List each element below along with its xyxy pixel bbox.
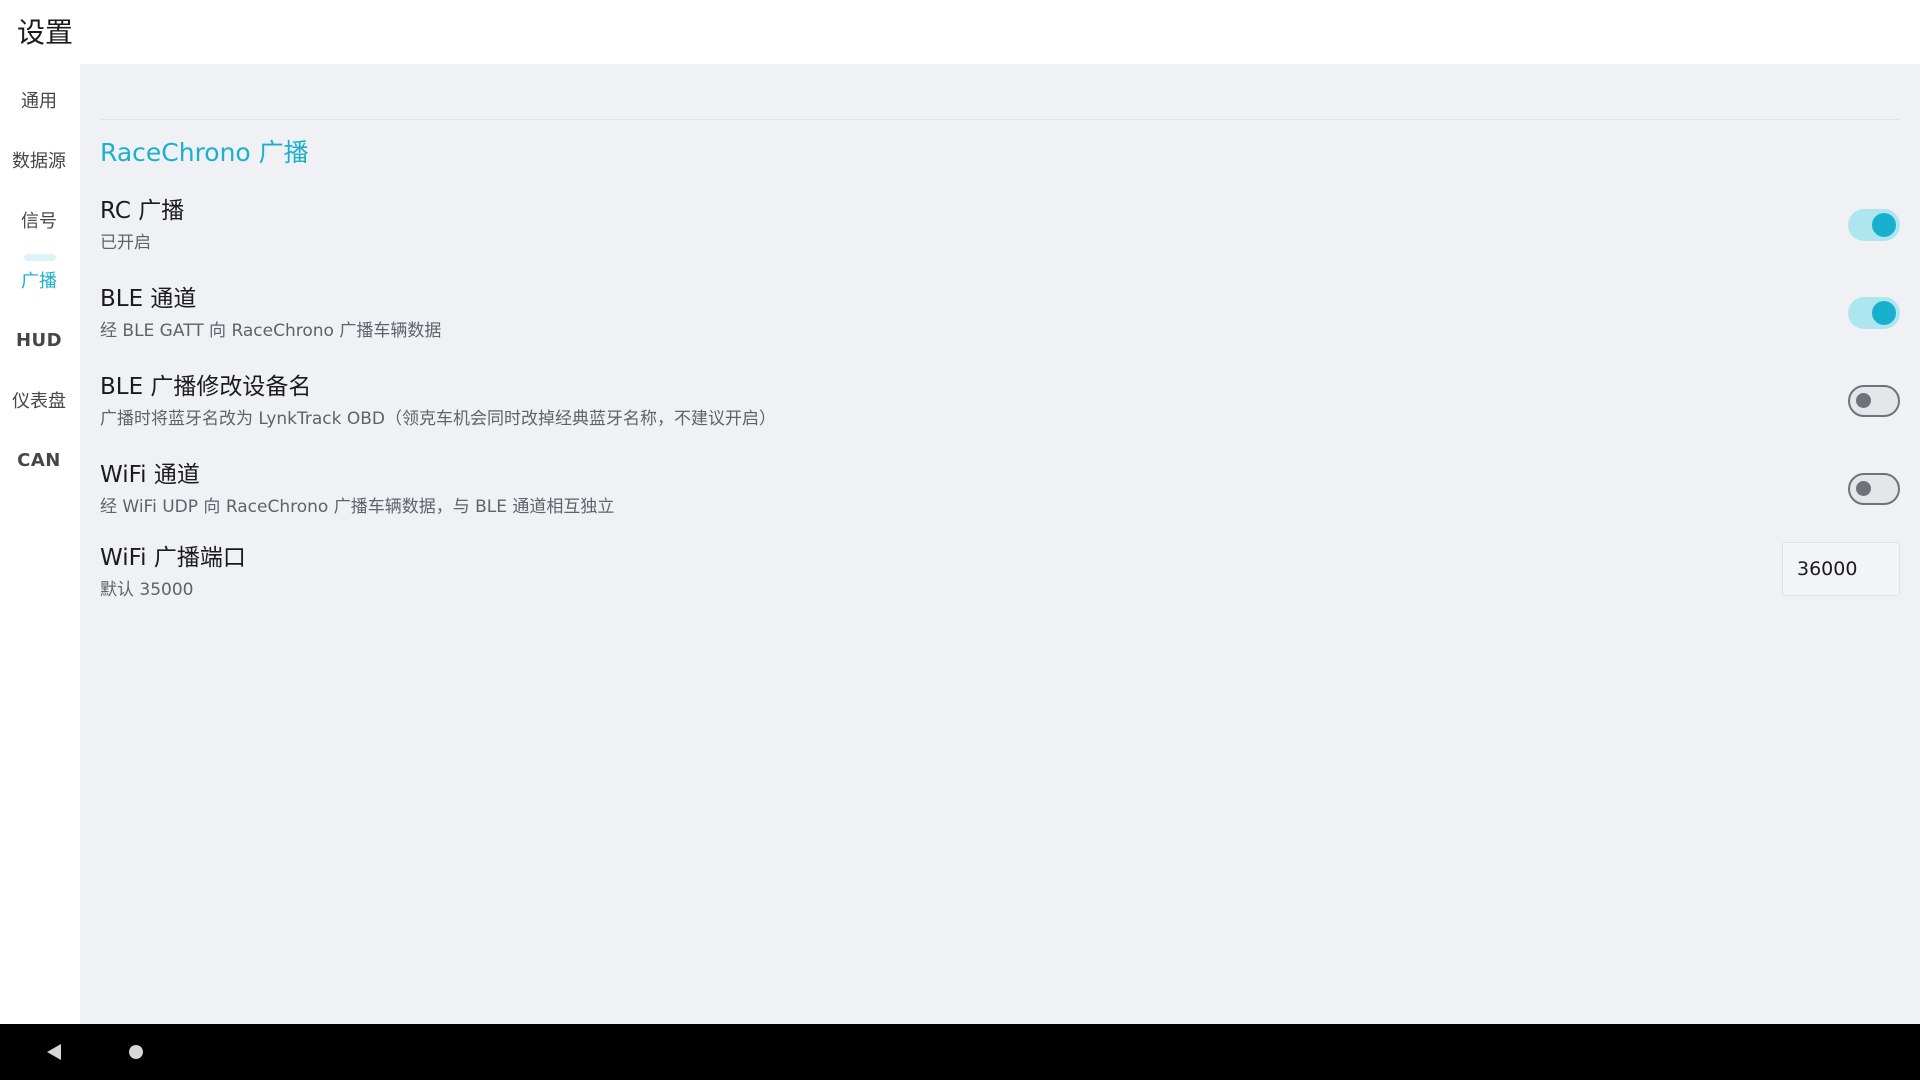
setting-subtitle: 默认 35000 — [100, 580, 194, 600]
setting-title: BLE 广播修改设备名 — [100, 374, 312, 400]
rail-item-general[interactable]: 通用 — [0, 80, 78, 120]
toggle-knob — [1872, 301, 1896, 325]
page-title: 设置 — [17, 16, 74, 49]
setting-row-wifi-port: WiFi 广播端口 默认 35000 — [100, 542, 1900, 614]
setting-row-wifi-channel[interactable]: WiFi 通道 经 WiFi UDP 向 RaceChrono 广播车辆数据，与… — [100, 459, 1900, 531]
ble-channel-toggle[interactable] — [1848, 297, 1900, 329]
setting-row-ble-channel[interactable]: BLE 通道 经 BLE GATT 向 RaceChrono 广播车辆数据 — [100, 283, 1900, 355]
setting-subtitle: 经 BLE GATT 向 RaceChrono 广播车辆数据 — [100, 321, 442, 341]
wifi-port-input[interactable] — [1782, 542, 1900, 596]
rail-item-data-source[interactable]: 数据源 — [0, 140, 78, 180]
rc-broadcast-toggle[interactable] — [1848, 209, 1900, 241]
rail-item-signals[interactable]: 信号 — [0, 200, 78, 240]
toggle-knob — [1856, 393, 1871, 408]
home-icon[interactable] — [129, 1045, 143, 1059]
setting-title: BLE 通道 — [100, 286, 197, 312]
rail-item-dashboard[interactable]: 仪表盘 — [0, 380, 78, 420]
setting-title: WiFi 通道 — [100, 462, 200, 488]
setting-title: WiFi 广播端口 — [100, 545, 246, 571]
ble-rename-toggle[interactable] — [1848, 385, 1900, 417]
back-icon[interactable] — [47, 1044, 61, 1060]
rail-item-can[interactable]: CAN — [0, 440, 78, 480]
section-title: RaceChrono 广播 — [100, 138, 309, 167]
setting-subtitle: 经 WiFi UDP 向 RaceChrono 广播车辆数据，与 BLE 通道相… — [100, 497, 615, 517]
setting-row-rc-broadcast[interactable]: RC 广播 已开启 — [100, 195, 1900, 267]
settings-content: RaceChrono 广播 RC 广播 已开启 BLE 通道 经 BLE GAT… — [80, 64, 1920, 1024]
toggle-knob — [1856, 481, 1871, 496]
system-navigation-bar — [0, 1024, 1920, 1080]
section-divider — [100, 119, 1900, 120]
wifi-channel-toggle[interactable] — [1848, 473, 1900, 505]
top-app-bar: 设置 — [0, 0, 1920, 64]
setting-title: RC 广播 — [100, 198, 185, 224]
toggle-knob — [1872, 213, 1896, 237]
setting-subtitle: 广播时将蓝牙名改为 LynkTrack OBD（领克车机会同时改掉经典蓝牙名称，… — [100, 409, 777, 429]
rail-item-hud[interactable]: HUD — [0, 320, 78, 360]
navigation-rail: 通用 数据源 信号 广播 HUD 仪表盘 CAN — [0, 64, 80, 1024]
setting-subtitle: 已开启 — [100, 233, 151, 253]
setting-row-ble-rename[interactable]: BLE 广播修改设备名 广播时将蓝牙名改为 LynkTrack OBD（领克车机… — [100, 371, 1900, 443]
rail-item-broadcast[interactable]: 广播 — [0, 260, 78, 300]
